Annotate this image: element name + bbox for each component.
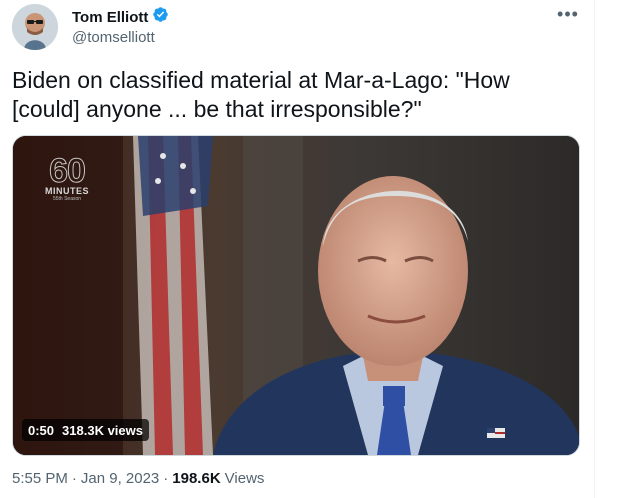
tweet-date[interactable]: Jan 9, 2023 xyxy=(81,470,159,487)
views-label: Views xyxy=(224,470,265,487)
tweet-meta: 5:55 PM · Jan 9, 2023 · 198.6K Views xyxy=(12,470,264,487)
sixty-minutes-logo: 60 MINUTES 55th Season xyxy=(37,152,97,203)
meta-separator: · xyxy=(163,470,169,487)
video-stats-badge: 0:50 318.3K views xyxy=(22,419,149,441)
column-divider xyxy=(594,0,595,498)
video-duration: 0:50 xyxy=(28,422,55,438)
author-handle[interactable]: @tomselliott xyxy=(72,29,169,46)
more-options-icon[interactable]: ••• xyxy=(556,2,580,26)
views-count: 198.6K xyxy=(172,470,221,487)
verified-badge-icon xyxy=(152,6,169,28)
video-player[interactable]: 60 MINUTES 55th Season 0:50 318.3K views xyxy=(12,135,580,456)
video-views: 318.3K views xyxy=(62,422,143,438)
avatar[interactable] xyxy=(12,4,58,50)
avatar-image xyxy=(12,4,58,50)
video-frame xyxy=(13,136,579,455)
meta-separator: · xyxy=(71,470,77,487)
tweet[interactable]: Tom Elliott @tomselliott ••• Biden on cl… xyxy=(0,0,594,498)
tweet-time[interactable]: 5:55 PM xyxy=(12,470,68,487)
author-name[interactable]: Tom Elliott xyxy=(72,9,148,26)
tweet-text: Biden on classified material at Mar-a-La… xyxy=(12,67,510,122)
logo-season: 55th Season xyxy=(52,196,82,202)
logo-number: 60 xyxy=(49,152,87,190)
author-block[interactable]: Tom Elliott @tomselliott xyxy=(72,7,169,46)
author-name-row: Tom Elliott xyxy=(72,7,169,27)
